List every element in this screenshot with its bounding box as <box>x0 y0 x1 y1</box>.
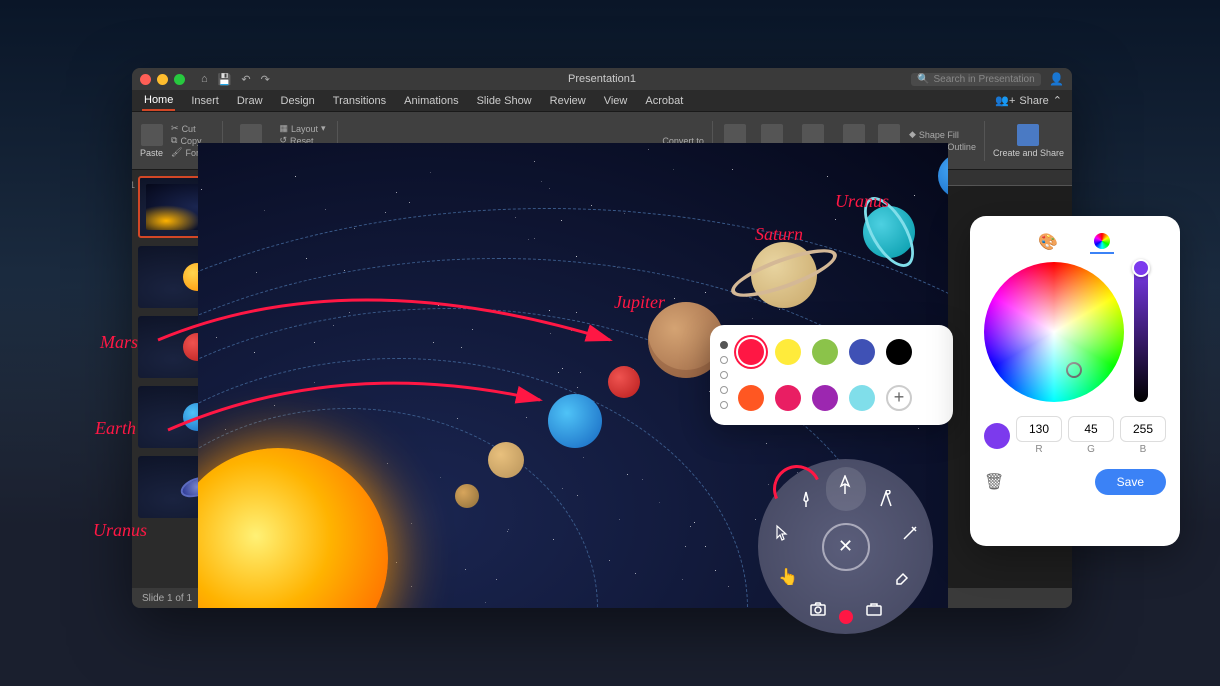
create-share-button[interactable]: Create and Share <box>993 124 1064 158</box>
maximize-window-button[interactable] <box>174 74 185 85</box>
tab-review[interactable]: Review <box>548 92 588 110</box>
cursor-tool[interactable] <box>770 521 794 545</box>
eraser-tool[interactable] <box>890 565 914 589</box>
close-radial-button[interactable]: ✕ <box>822 523 870 571</box>
color-picker-panel: 🎨 R G B 🗑 Save <box>970 216 1180 546</box>
label-jupiter: Jupiter <box>614 292 665 313</box>
palette-page-1[interactable] <box>720 341 728 349</box>
record-button[interactable] <box>839 610 853 624</box>
color-palette-popup: + <box>710 325 953 425</box>
tab-animations[interactable]: Animations <box>402 92 460 110</box>
r-input[interactable] <box>1016 416 1062 442</box>
delete-color-button[interactable]: 🗑 <box>984 472 1004 492</box>
ribbon-tabs: Home Insert Draw Design Transitions Anim… <box>132 90 1072 112</box>
save-color-button[interactable]: Save <box>1095 469 1166 495</box>
label-uranus-left: Uranus <box>93 520 147 541</box>
user-icon[interactable]: 👤 <box>1049 72 1064 86</box>
pen-tool[interactable] <box>833 473 857 497</box>
tab-draw[interactable]: Draw <box>235 92 265 110</box>
palette-color-pink[interactable] <box>775 385 801 411</box>
layout-button[interactable]: ▦Layout▾ <box>280 123 329 134</box>
close-window-button[interactable] <box>140 74 151 85</box>
color-preview <box>984 423 1010 449</box>
copy-icon: ⧉ <box>171 135 177 146</box>
redo-icon[interactable]: ↷ <box>261 73 270 86</box>
document-title: Presentation1 <box>568 73 636 85</box>
label-mars: Mars <box>100 332 138 353</box>
g-input[interactable] <box>1068 416 1114 442</box>
label-uranus-right: Uranus <box>835 191 889 212</box>
toolbox-tool[interactable] <box>862 597 886 621</box>
tab-home[interactable]: Home <box>142 91 175 111</box>
palette-tab[interactable]: 🎨 <box>1036 230 1060 254</box>
mercury <box>455 484 479 508</box>
paste-button[interactable]: Paste <box>140 124 163 158</box>
home-icon[interactable]: ⌂ <box>201 73 208 86</box>
palette-page-4[interactable] <box>720 386 728 394</box>
color-wheel[interactable] <box>984 262 1124 402</box>
minimize-window-button[interactable] <box>157 74 168 85</box>
label-saturn: Saturn <box>755 224 803 245</box>
palette-color-orange[interactable] <box>738 385 764 411</box>
wheel-icon <box>1094 233 1110 249</box>
mars <box>608 366 640 398</box>
earth <box>548 394 602 448</box>
palette-color-black[interactable] <box>886 339 912 365</box>
wheel-cursor[interactable] <box>1066 362 1082 378</box>
cut-button[interactable]: ✂Cut <box>171 123 214 134</box>
palette-color-green[interactable] <box>812 339 838 365</box>
camera-tool[interactable] <box>806 597 830 621</box>
b-input[interactable] <box>1120 416 1166 442</box>
search-icon: 🔍 <box>917 74 929 85</box>
tab-design[interactable]: Design <box>279 92 317 110</box>
palette-color-blue[interactable] <box>849 339 875 365</box>
save-icon[interactable]: 💾 <box>218 73 232 86</box>
palette-add-color[interactable]: + <box>886 385 912 411</box>
tab-slideshow[interactable]: Slide Show <box>475 92 534 110</box>
radial-tool-menu: 👆 ✕ <box>758 459 933 634</box>
pdf-icon <box>1017 124 1039 146</box>
brush-tool[interactable] <box>794 487 818 511</box>
search-input[interactable]: 🔍 Search in Presentation <box>911 73 1041 86</box>
pointer-tool[interactable]: 👆 <box>776 565 800 589</box>
tab-insert[interactable]: Insert <box>189 92 221 110</box>
fill-icon: ◆ <box>909 129 916 140</box>
wand-tool[interactable] <box>898 521 922 545</box>
wheel-tab[interactable] <box>1090 230 1114 254</box>
share-button[interactable]: 👥+Share⌃ <box>995 94 1062 107</box>
palette-color-yellow[interactable] <box>775 339 801 365</box>
slide-counter: Slide 1 of 1 <box>142 593 192 604</box>
venus <box>488 442 524 478</box>
compass-tool[interactable] <box>874 487 898 511</box>
brightness-handle[interactable] <box>1132 259 1150 277</box>
shape-fill-button[interactable]: ◆Shape Fill <box>909 129 976 140</box>
palette-color-purple[interactable] <box>812 385 838 411</box>
palette-page-3[interactable] <box>720 371 728 379</box>
tab-view[interactable]: View <box>602 92 630 110</box>
palette-color-red[interactable] <box>738 339 764 365</box>
clipboard-icon <box>141 124 163 146</box>
label-earth: Earth <box>95 418 136 439</box>
palette-page-2[interactable] <box>720 356 728 364</box>
tab-transitions[interactable]: Transitions <box>331 92 388 110</box>
palette-page-5[interactable] <box>720 401 728 409</box>
brush-icon: 🖌 <box>171 147 182 158</box>
titlebar: ⌂ 💾 ↶ ↷ Presentation1 🔍 Search in Presen… <box>132 68 1072 90</box>
tab-acrobat[interactable]: Acrobat <box>643 92 685 110</box>
brightness-slider[interactable] <box>1134 262 1148 402</box>
palette-color-cyan[interactable] <box>849 385 875 411</box>
palette-icon: 🎨 <box>1038 232 1058 252</box>
undo-icon[interactable]: ↶ <box>241 73 250 86</box>
scissors-icon: ✂ <box>171 123 179 134</box>
